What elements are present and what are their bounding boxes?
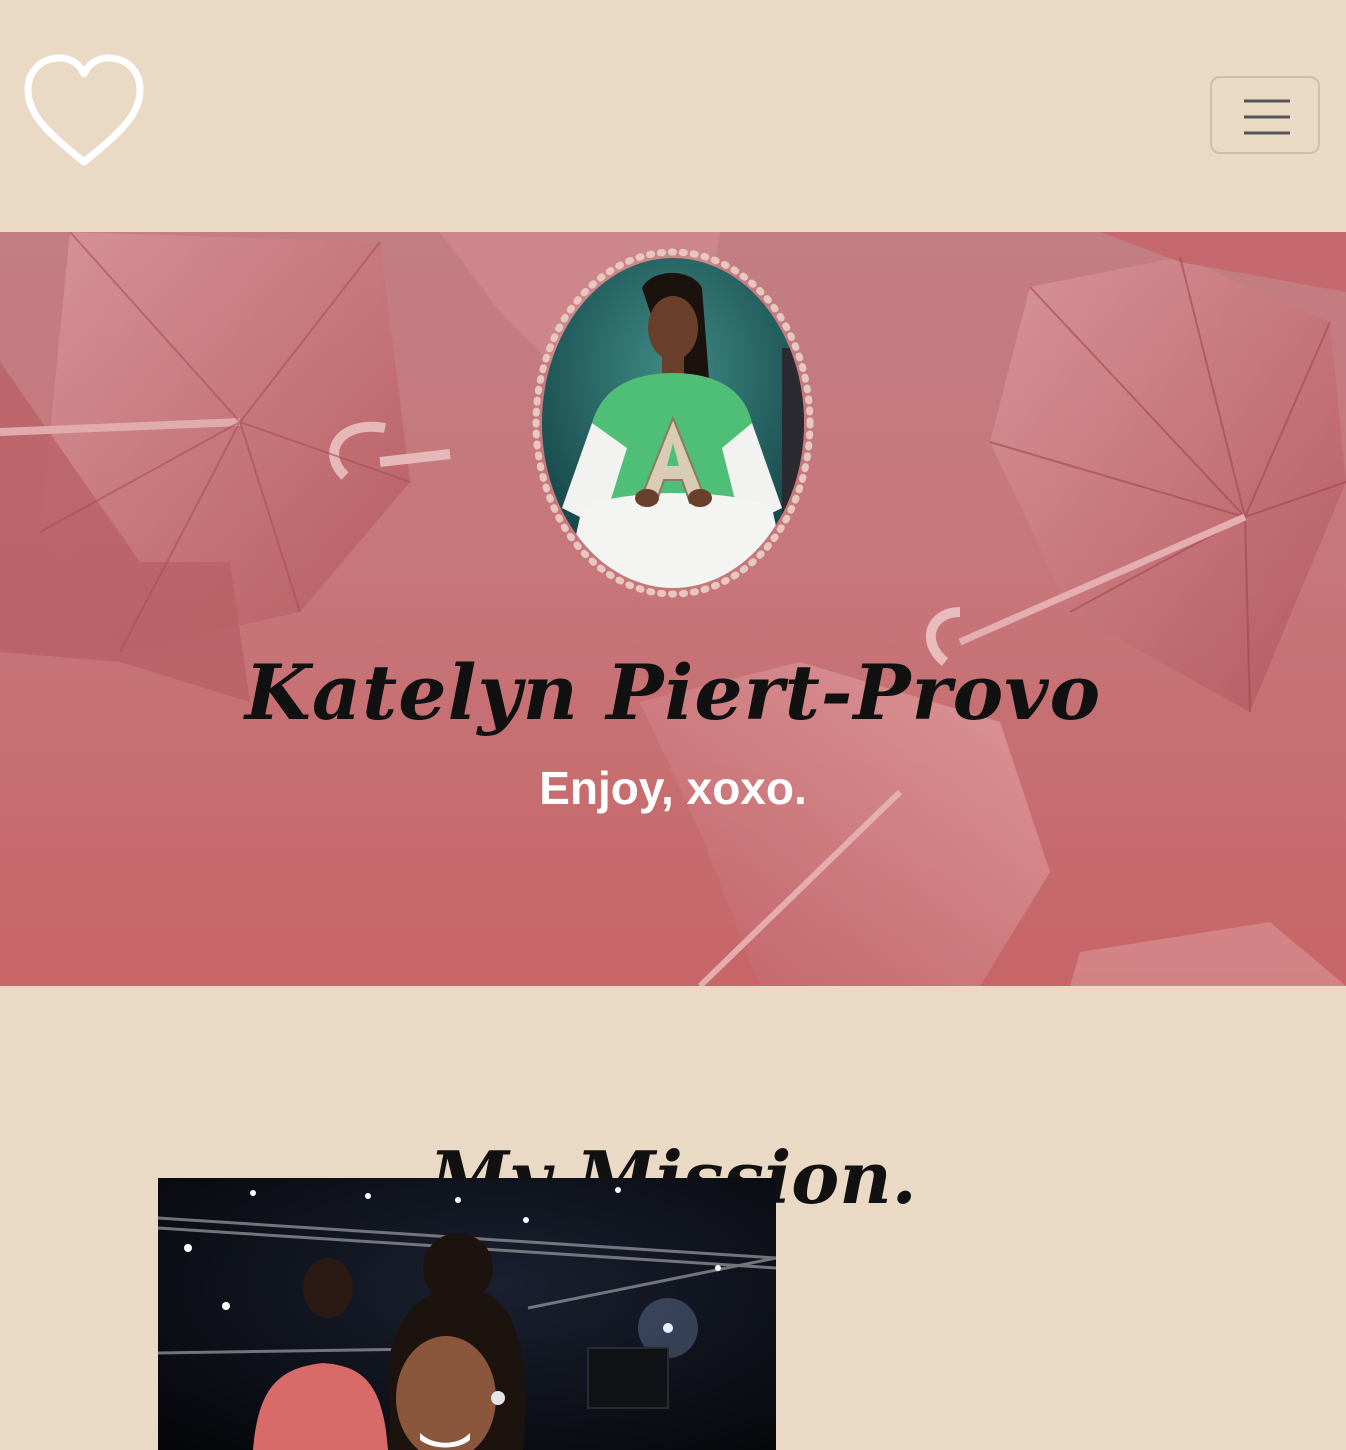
hero-name-heading: Katelyn Piert-Provo bbox=[244, 647, 1102, 737]
navbar bbox=[0, 0, 1346, 232]
profile-portrait bbox=[532, 248, 814, 598]
mission-photo bbox=[158, 1178, 776, 1450]
hero-tagline: Enjoy, xoxo. bbox=[539, 762, 807, 814]
menu-toggle-button[interactable] bbox=[1210, 76, 1320, 154]
hamburger-icon bbox=[1244, 99, 1290, 135]
heart-logo-icon[interactable] bbox=[20, 50, 148, 174]
